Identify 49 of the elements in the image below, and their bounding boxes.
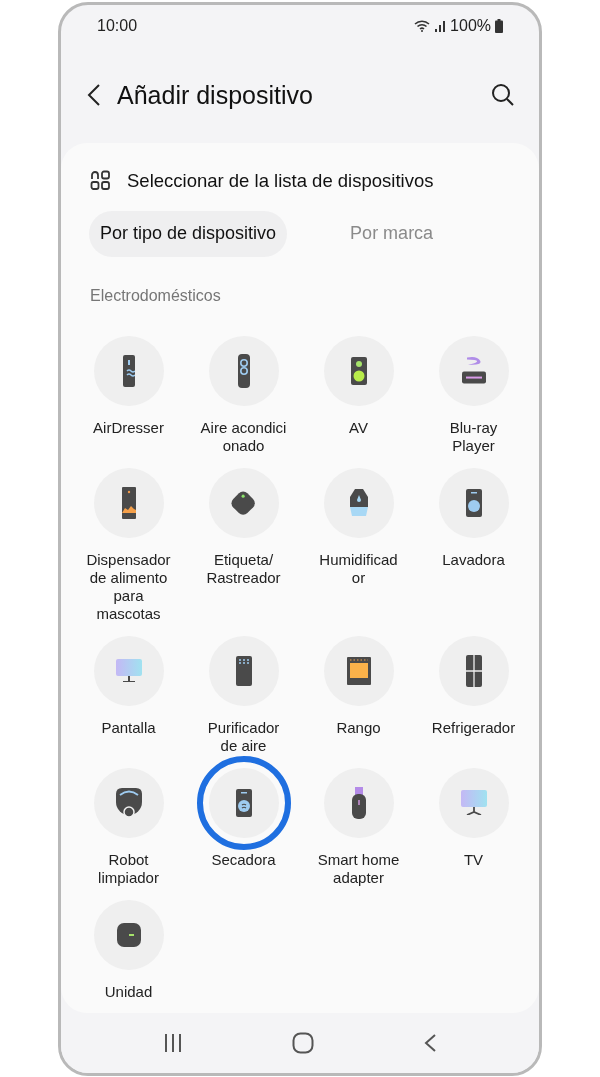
recent-apps-icon[interactable] xyxy=(163,1033,184,1053)
dresser-icon xyxy=(122,354,135,387)
battery-icon xyxy=(495,19,503,33)
device-label: Pantalla xyxy=(101,718,156,737)
robot-vacuum-icon xyxy=(115,788,142,818)
page-title: Añadir dispositivo xyxy=(117,80,313,110)
tab[interactable]: Por tipo de dispositivo xyxy=(89,210,288,257)
feeder-icon xyxy=(121,486,136,519)
device-label: Robot limpiador xyxy=(98,850,159,887)
dryer-icon xyxy=(235,788,252,817)
device-label: AV xyxy=(349,418,368,437)
device-label: Smart home adapter xyxy=(317,850,400,887)
signal-icon xyxy=(434,20,447,32)
device-label: Purificador de aire xyxy=(207,718,280,755)
device-label: Refrigerador xyxy=(431,718,516,737)
air-conditioner-icon xyxy=(237,353,250,388)
home-icon[interactable] xyxy=(292,1032,314,1054)
tv-icon xyxy=(460,790,487,816)
device-label: AirDresser xyxy=(93,418,164,437)
purifier-icon xyxy=(235,655,252,686)
category-label: Electrodomésticos xyxy=(90,285,222,306)
speaker-icon xyxy=(350,356,367,385)
device-label: Dispensador de alimento para mascotas xyxy=(86,550,171,623)
device-label: Etiqueta/ Rastreador xyxy=(206,550,281,587)
device-label: Lavadora xyxy=(442,550,505,569)
device-label: Rango xyxy=(336,718,381,737)
back-icon[interactable] xyxy=(422,1033,437,1053)
disc-player-icon xyxy=(461,357,486,385)
grid-icon xyxy=(90,170,111,192)
device-label: Unidad xyxy=(104,982,153,1001)
usb-stick-icon xyxy=(351,786,366,819)
status-time: 10:00 xyxy=(97,16,138,36)
back-icon[interactable] xyxy=(87,83,101,107)
fridge-icon xyxy=(465,654,482,687)
monitor-icon xyxy=(115,659,142,683)
washer-icon xyxy=(465,488,482,517)
device-label: Humidificad or xyxy=(319,550,398,587)
hub-icon xyxy=(116,922,141,947)
section-title: Seleccionar de la lista de dispositivos xyxy=(127,169,434,193)
wifi-icon xyxy=(414,20,431,32)
oven-icon xyxy=(346,656,371,685)
device-label: TV xyxy=(463,850,484,869)
battery-percent: 100% xyxy=(450,16,491,36)
device-button[interactable] xyxy=(208,767,279,838)
device-label: Secadora xyxy=(211,850,276,869)
search-icon[interactable] xyxy=(491,83,515,107)
humidifier-icon xyxy=(349,489,368,517)
device-label: Blu-ray Player xyxy=(449,418,498,455)
device-label: Aire acondici onado xyxy=(200,418,287,455)
